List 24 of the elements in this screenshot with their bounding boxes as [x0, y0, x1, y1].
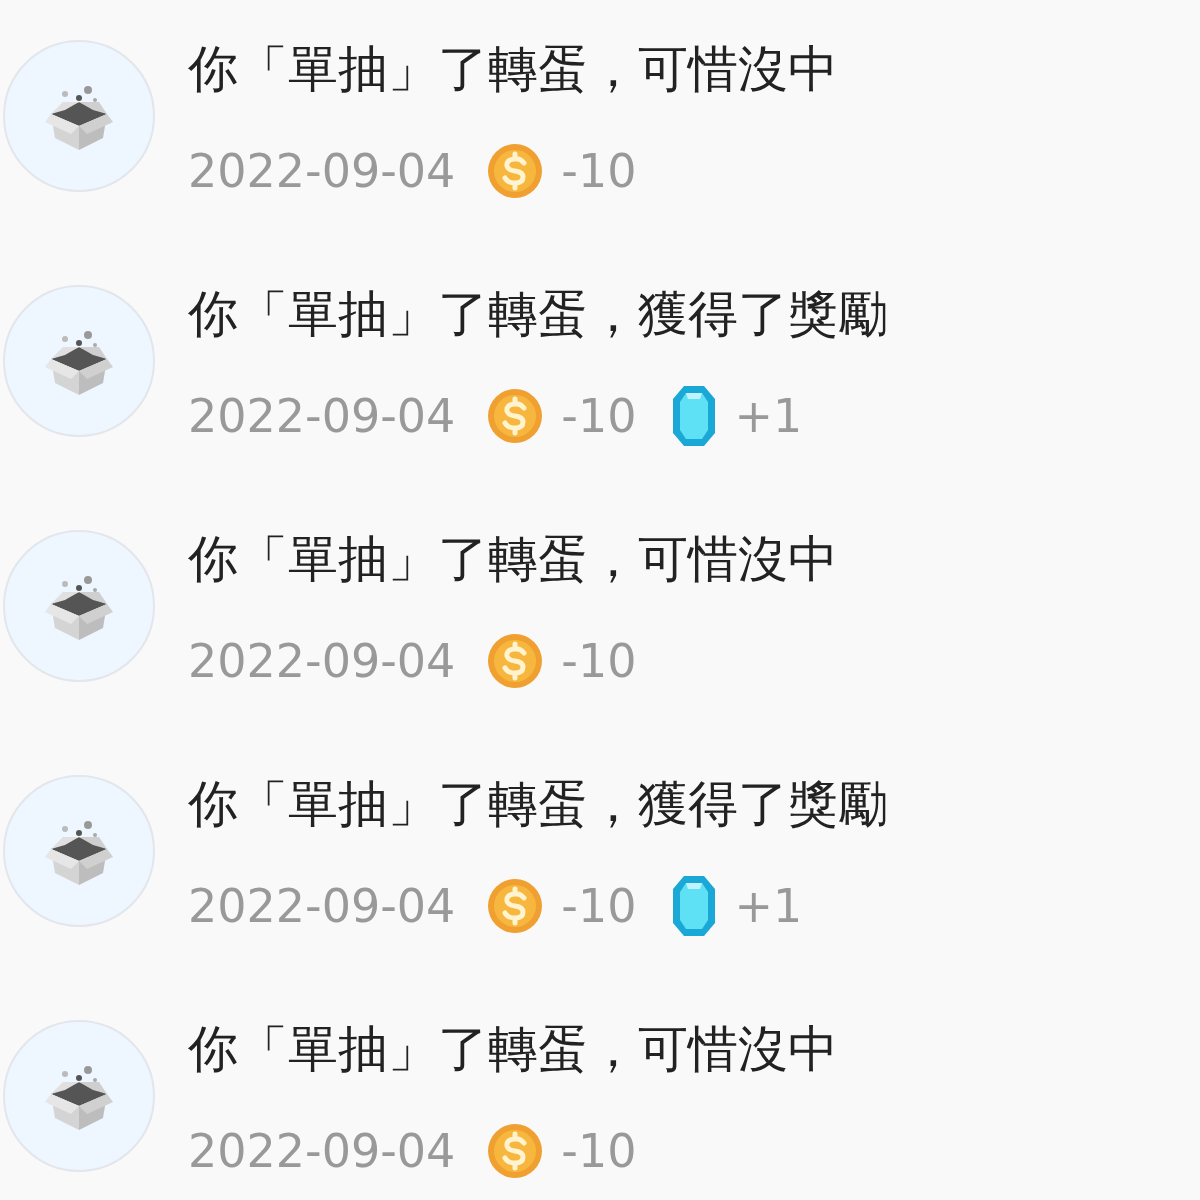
amount-text: -10: [561, 632, 637, 690]
record-title: 你「單抽」了轉蛋，可惜沒中: [188, 530, 838, 588]
record-date: 2022-09-04: [188, 387, 456, 445]
coin-icon: [487, 633, 544, 689]
record-date: 2022-09-04: [188, 142, 456, 200]
amount-text: -10: [561, 877, 637, 935]
coin-icon: [487, 1123, 544, 1179]
record-date: 2022-09-04: [188, 877, 456, 935]
gem-icon: [672, 875, 717, 937]
record-date: 2022-09-04: [188, 1122, 456, 1180]
amount-text: +1: [734, 877, 803, 935]
coin-icon: [487, 878, 544, 934]
record-title: 你「單抽」了轉蛋，獲得了獎勵: [188, 285, 888, 343]
record-title: 你「單抽」了轉蛋，可惜沒中: [188, 40, 838, 98]
record-title: 你「單抽」了轉蛋，可惜沒中: [188, 1020, 838, 1078]
record-date: 2022-09-04: [188, 632, 456, 690]
amount-text: -10: [561, 142, 637, 200]
gem-icon: [672, 385, 717, 447]
record-title: 你「單抽」了轉蛋，獲得了獎勵: [188, 775, 888, 833]
amount-text: -10: [561, 387, 637, 445]
amount-text: -10: [561, 1122, 637, 1180]
amount-text: +1: [734, 387, 803, 445]
coin-icon: [487, 143, 544, 199]
coin-icon: [487, 388, 544, 444]
